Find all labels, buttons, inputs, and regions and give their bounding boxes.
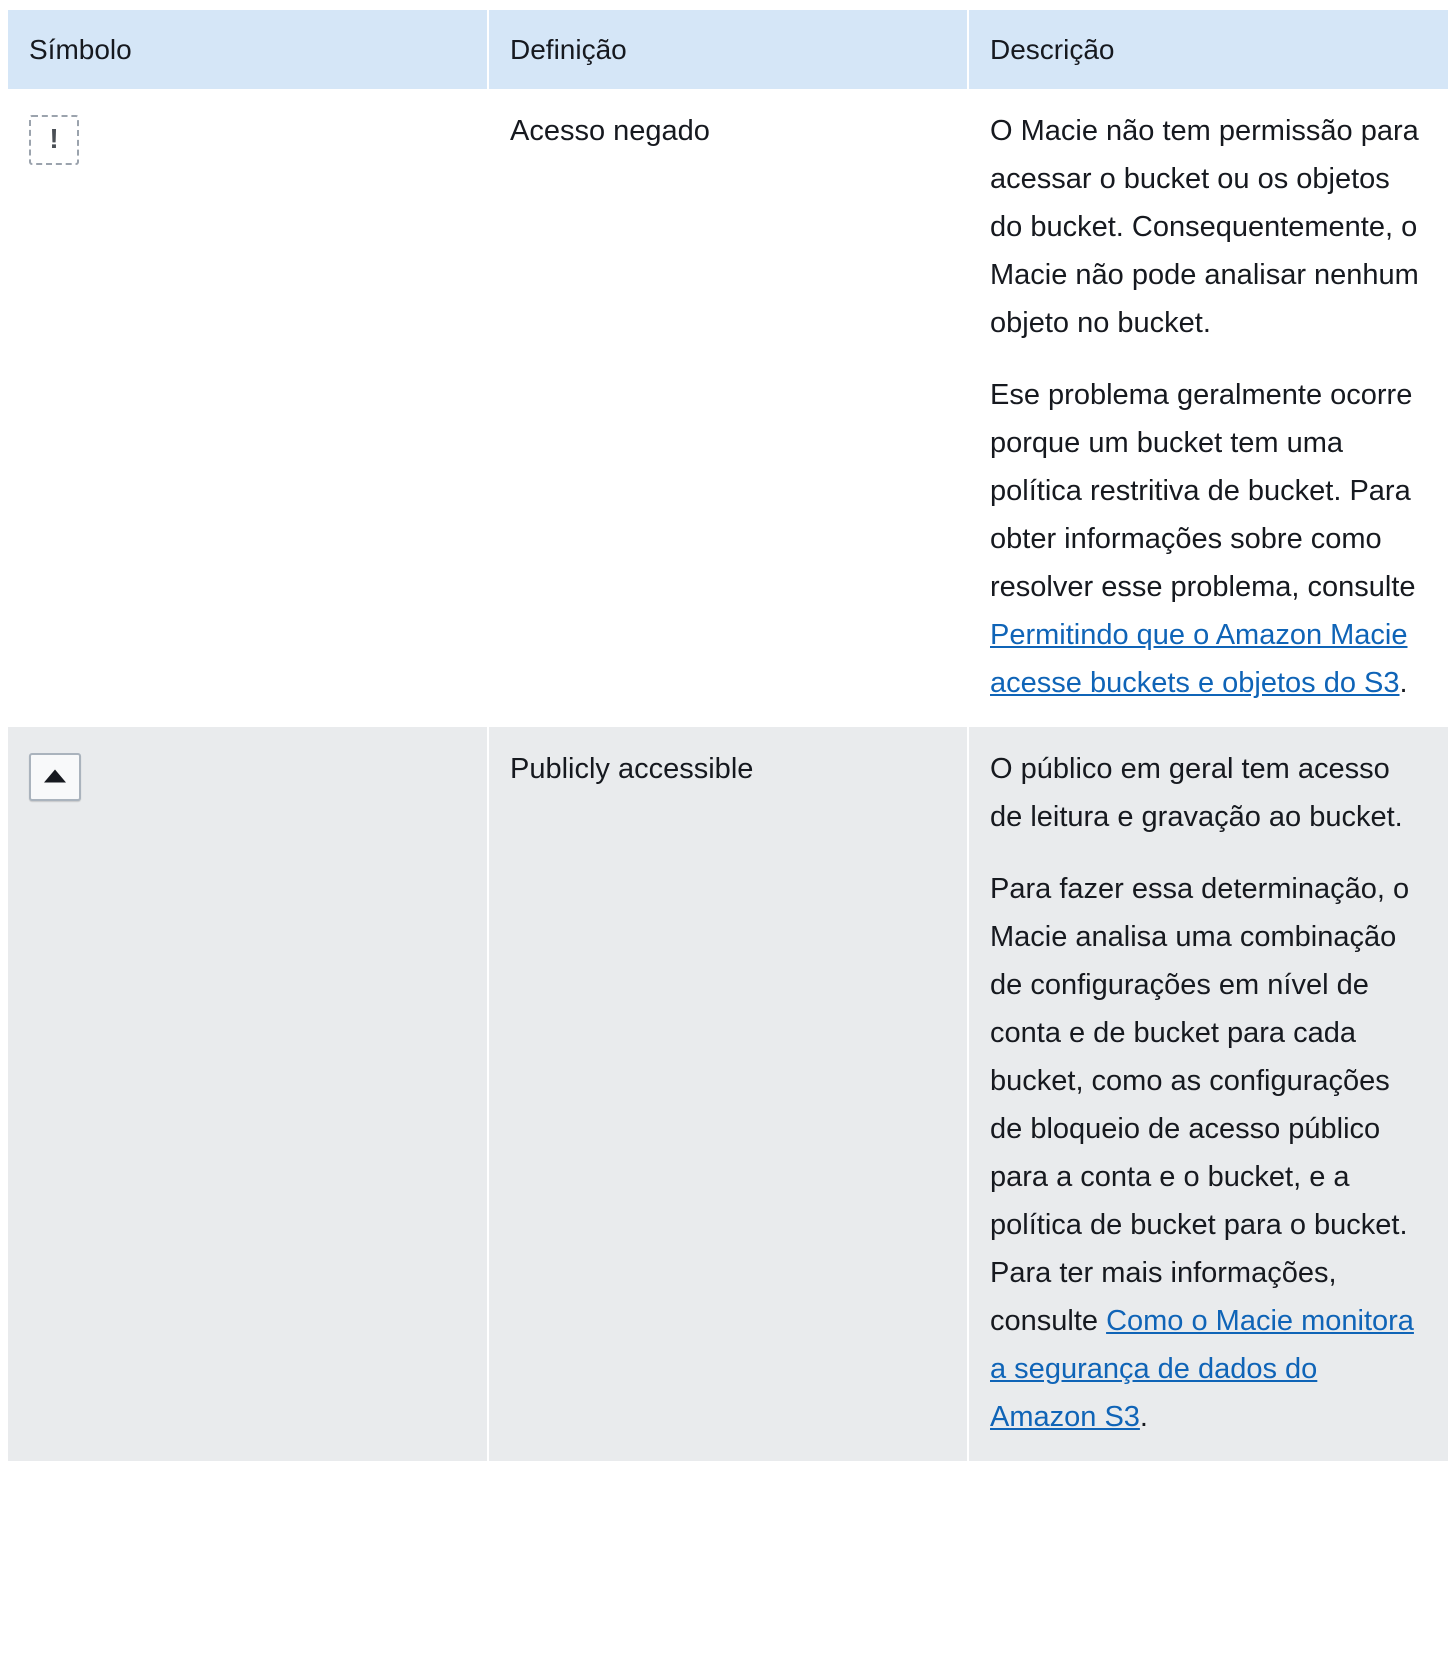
definition-cell: Acesso negado [488,89,969,727]
description-end: . [1399,667,1408,699]
table-header-row: Símbolo Definição Descrição [8,10,1448,89]
header-definition: Definição [488,10,969,89]
description-paragraph: O Macie não tem permissão para acessar o… [990,115,1419,339]
description-paragraph: Ese problema geralmente ocorre porque um… [990,371,1427,707]
symbol-table: Símbolo Definição Descrição ! Acesso neg… [8,10,1448,1461]
description-cell: O Macie não tem permissão para acessar o… [968,89,1448,727]
description-cell: O público em geral tem acesso de leitura… [968,727,1448,1461]
symbol-table-container: Símbolo Definição Descrição ! Acesso neg… [8,10,1448,1461]
header-description: Descrição [968,10,1448,89]
doc-link-macie-access[interactable]: Permitindo que o Amazon Macie acesse buc… [990,619,1408,699]
description-paragraph: O público em geral tem acesso de leitura… [990,753,1403,833]
description-end: . [1139,1401,1148,1433]
definition-cell: Publicly accessible [488,727,969,1461]
table-row: Publicly accessible O público em geral t… [8,727,1448,1461]
symbol-cell: ! [8,89,489,727]
description-text: Ese problema geralmente ocorre porque um… [990,379,1416,603]
description-paragraph: Para fazer essa determinação, o Macie an… [990,865,1427,1441]
header-symbol: Símbolo [8,10,489,89]
access-denied-icon: ! [29,115,79,165]
publicly-accessible-icon [29,753,81,801]
table-row: ! Acesso negado O Macie não tem permissã… [8,89,1448,727]
warning-triangle-icon [44,769,66,783]
symbol-cell [8,727,489,1461]
description-text: Para fazer essa determinação, o Macie an… [990,873,1410,1337]
